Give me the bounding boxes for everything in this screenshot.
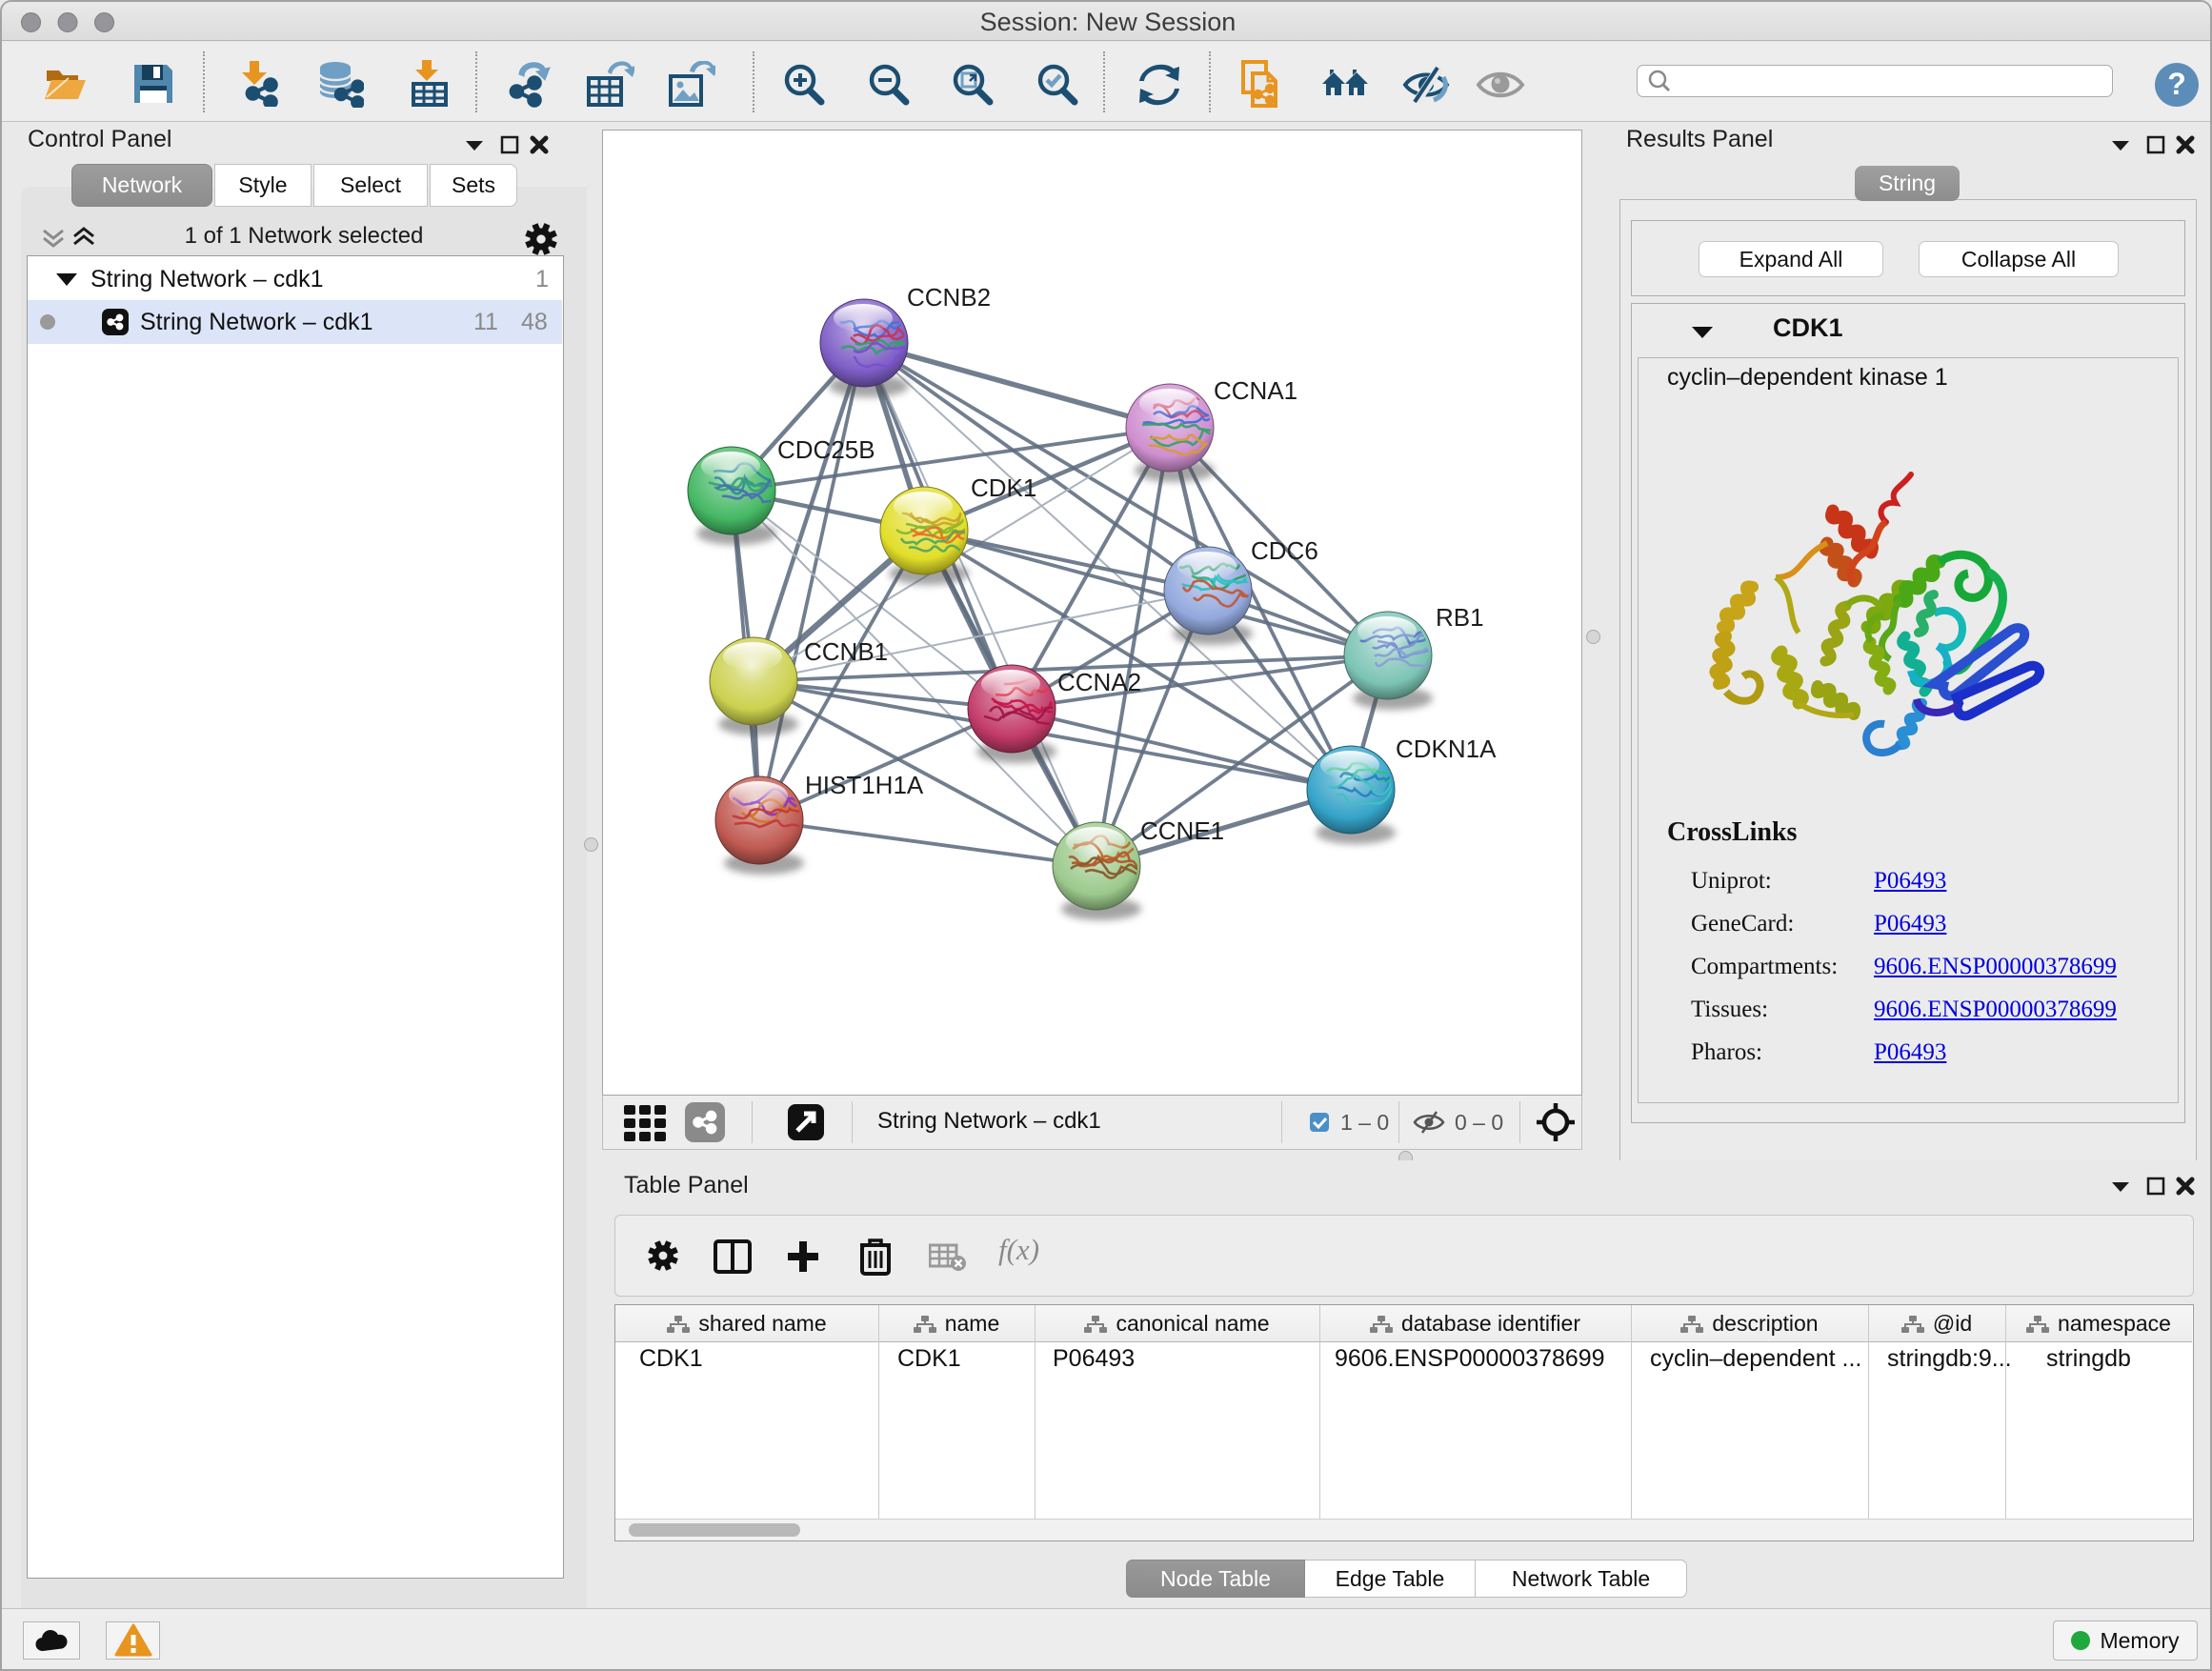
- svg-text:RB1: RB1: [1436, 603, 1484, 632]
- svg-text:CDC25B: CDC25B: [777, 435, 875, 464]
- svg-text:?: ?: [2167, 67, 2186, 101]
- svg-text:CCNB2: CCNB2: [907, 283, 991, 312]
- svg-text:CCNA2: CCNA2: [1057, 668, 1141, 696]
- svg-text:CCNB1: CCNB1: [804, 637, 888, 666]
- svg-text:CDK1: CDK1: [971, 473, 1036, 502]
- svg-text:CDKN1A: CDKN1A: [1396, 735, 1497, 763]
- svg-text:CDC6: CDC6: [1251, 536, 1318, 565]
- svg-text:CCNA1: CCNA1: [1214, 376, 1297, 405]
- svg-text:CCNE1: CCNE1: [1140, 816, 1224, 845]
- svg-text:HIST1H1A: HIST1H1A: [805, 771, 924, 799]
